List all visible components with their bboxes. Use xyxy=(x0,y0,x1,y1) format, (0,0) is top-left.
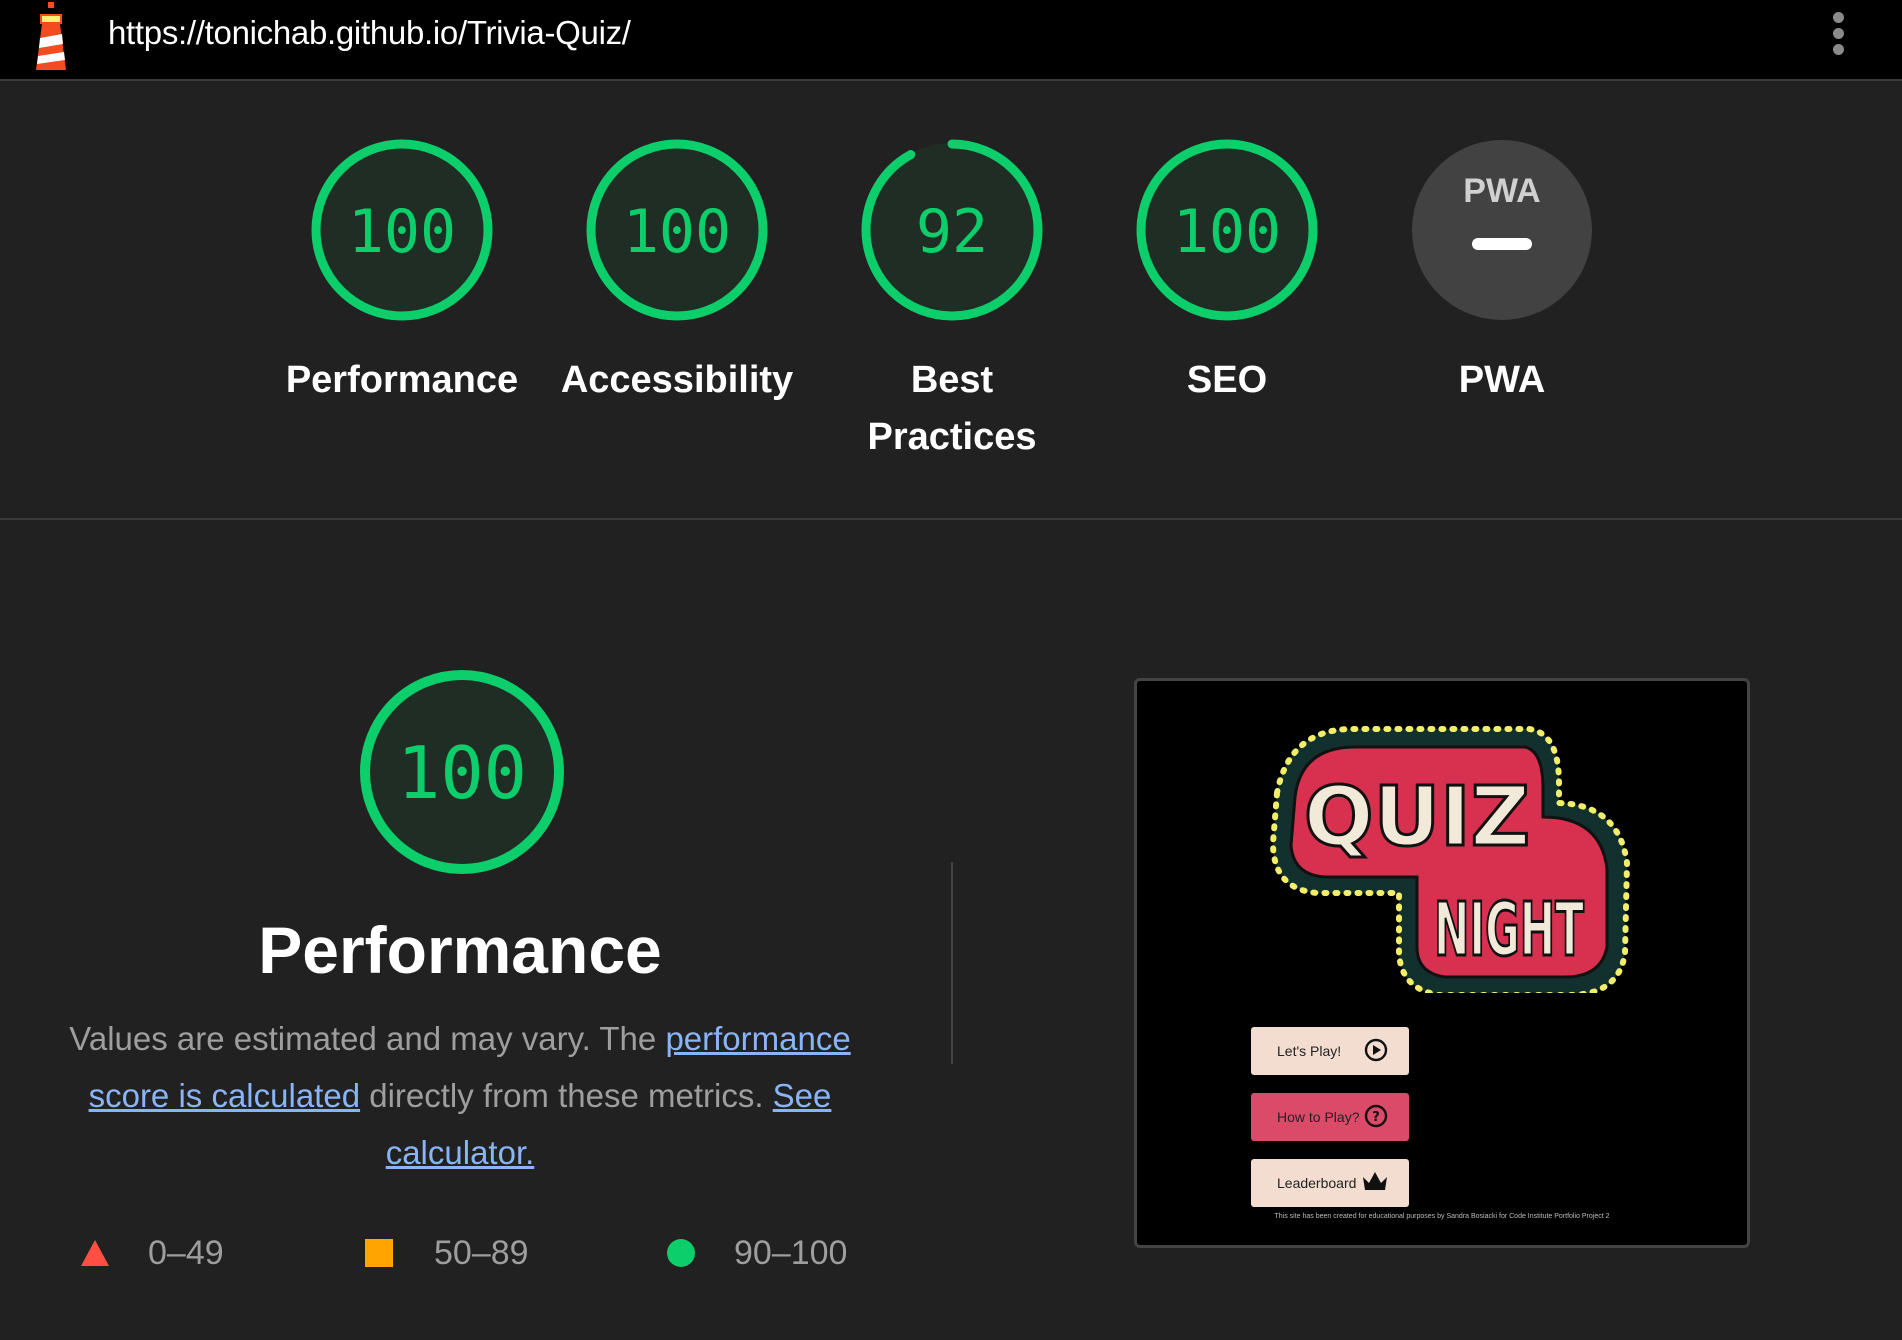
crown-icon xyxy=(1363,1172,1387,1190)
gauge-best-practices-score: 92 xyxy=(916,197,988,267)
desc-middle: directly from these metrics. xyxy=(360,1077,773,1114)
pwa-badge-text: PWA xyxy=(1463,172,1540,210)
performance-big-score: 100 xyxy=(397,731,527,815)
triangle-icon xyxy=(81,1240,109,1266)
leaderboard-label: Leaderboard xyxy=(1277,1175,1357,1191)
lighthouse-icon xyxy=(36,2,66,70)
gauge-seo-ring: 100 xyxy=(1136,139,1318,321)
gauge-pwa-label: PWA xyxy=(1458,359,1546,401)
legend-pass-range: 90–100 xyxy=(734,1234,848,1272)
lets-play-label: Let's Play! xyxy=(1277,1043,1342,1059)
square-icon xyxy=(365,1239,393,1267)
report-header: https://tonichab.github.io/Trivia-Quiz/ xyxy=(0,0,1902,81)
gauge-seo-label: SEO xyxy=(1186,359,1268,401)
report-url[interactable]: https://tonichab.github.io/Trivia-Quiz/ xyxy=(108,14,631,52)
lets-play-button[interactable]: Let's Play! xyxy=(1251,1027,1409,1075)
gauge-performance-score: 100 xyxy=(348,197,456,267)
gauge-accessibility-label: Accessibility xyxy=(560,359,794,401)
pwa-dash-icon xyxy=(1472,238,1532,250)
legend-fail-range: 0–49 xyxy=(148,1234,224,1272)
section-divider xyxy=(0,518,1902,520)
performance-description: Values are estimated and may vary. The p… xyxy=(40,1010,880,1181)
gauge-best-practices-label-line2: Practices xyxy=(867,416,1037,458)
gauge-best-practices-label: Best Practices xyxy=(832,352,1072,466)
circle-icon xyxy=(667,1239,695,1267)
gauge-seo[interactable]: 100 SEO xyxy=(1107,138,1347,409)
gauge-best-practices-ring: 92 xyxy=(861,139,1043,321)
quiz-night-logo: QUIZ NIGHT xyxy=(1269,726,1631,998)
screenshot-footer: This site has been created for education… xyxy=(1274,1213,1610,1220)
pwa-badge-icon: PWA xyxy=(1412,140,1592,320)
screenshot-content: QUIZ NIGHT Let's Play! How to Play? ? Le… xyxy=(1149,693,1735,1233)
gauge-best-practices[interactable]: 92 Best Practices xyxy=(832,138,1072,466)
gauge-performance[interactable]: 100 Performance xyxy=(282,138,522,409)
gauge-accessibility-ring: 100 xyxy=(586,139,768,321)
leaderboard-button[interactable]: Leaderboard xyxy=(1251,1159,1409,1207)
how-to-play-button[interactable]: How to Play? ? xyxy=(1251,1093,1409,1141)
gauge-seo-score: 100 xyxy=(1173,197,1281,267)
help-circle-icon: ? xyxy=(1364,1104,1388,1128)
more-vert-icon[interactable] xyxy=(1826,12,1850,60)
desc-prefix: Values are estimated and may vary. The xyxy=(69,1020,666,1057)
logo-word-night: NIGHT xyxy=(1434,887,1584,973)
performance-title: Performance xyxy=(258,913,662,987)
vertical-divider xyxy=(951,862,953,1064)
gauge-performance-label: Performance xyxy=(285,359,519,401)
final-screenshot[interactable]: QUIZ NIGHT Let's Play! How to Play? ? Le… xyxy=(1134,678,1750,1248)
performance-big-gauge: 100 xyxy=(360,670,564,874)
legend-average-range: 50–89 xyxy=(434,1234,529,1272)
gauge-pwa[interactable]: PWA PWA xyxy=(1382,138,1622,409)
gauge-performance-ring: 100 xyxy=(311,139,493,321)
gauge-accessibility[interactable]: 100 Accessibility xyxy=(557,138,797,409)
svg-text:?: ? xyxy=(1372,1110,1380,1125)
play-circle-icon xyxy=(1364,1038,1388,1062)
logo-word-quiz: QUIZ xyxy=(1304,770,1530,865)
gauge-best-practices-label-line1: Best xyxy=(910,359,994,401)
gauge-accessibility-score: 100 xyxy=(623,197,731,267)
how-to-play-label: How to Play? xyxy=(1277,1109,1360,1125)
